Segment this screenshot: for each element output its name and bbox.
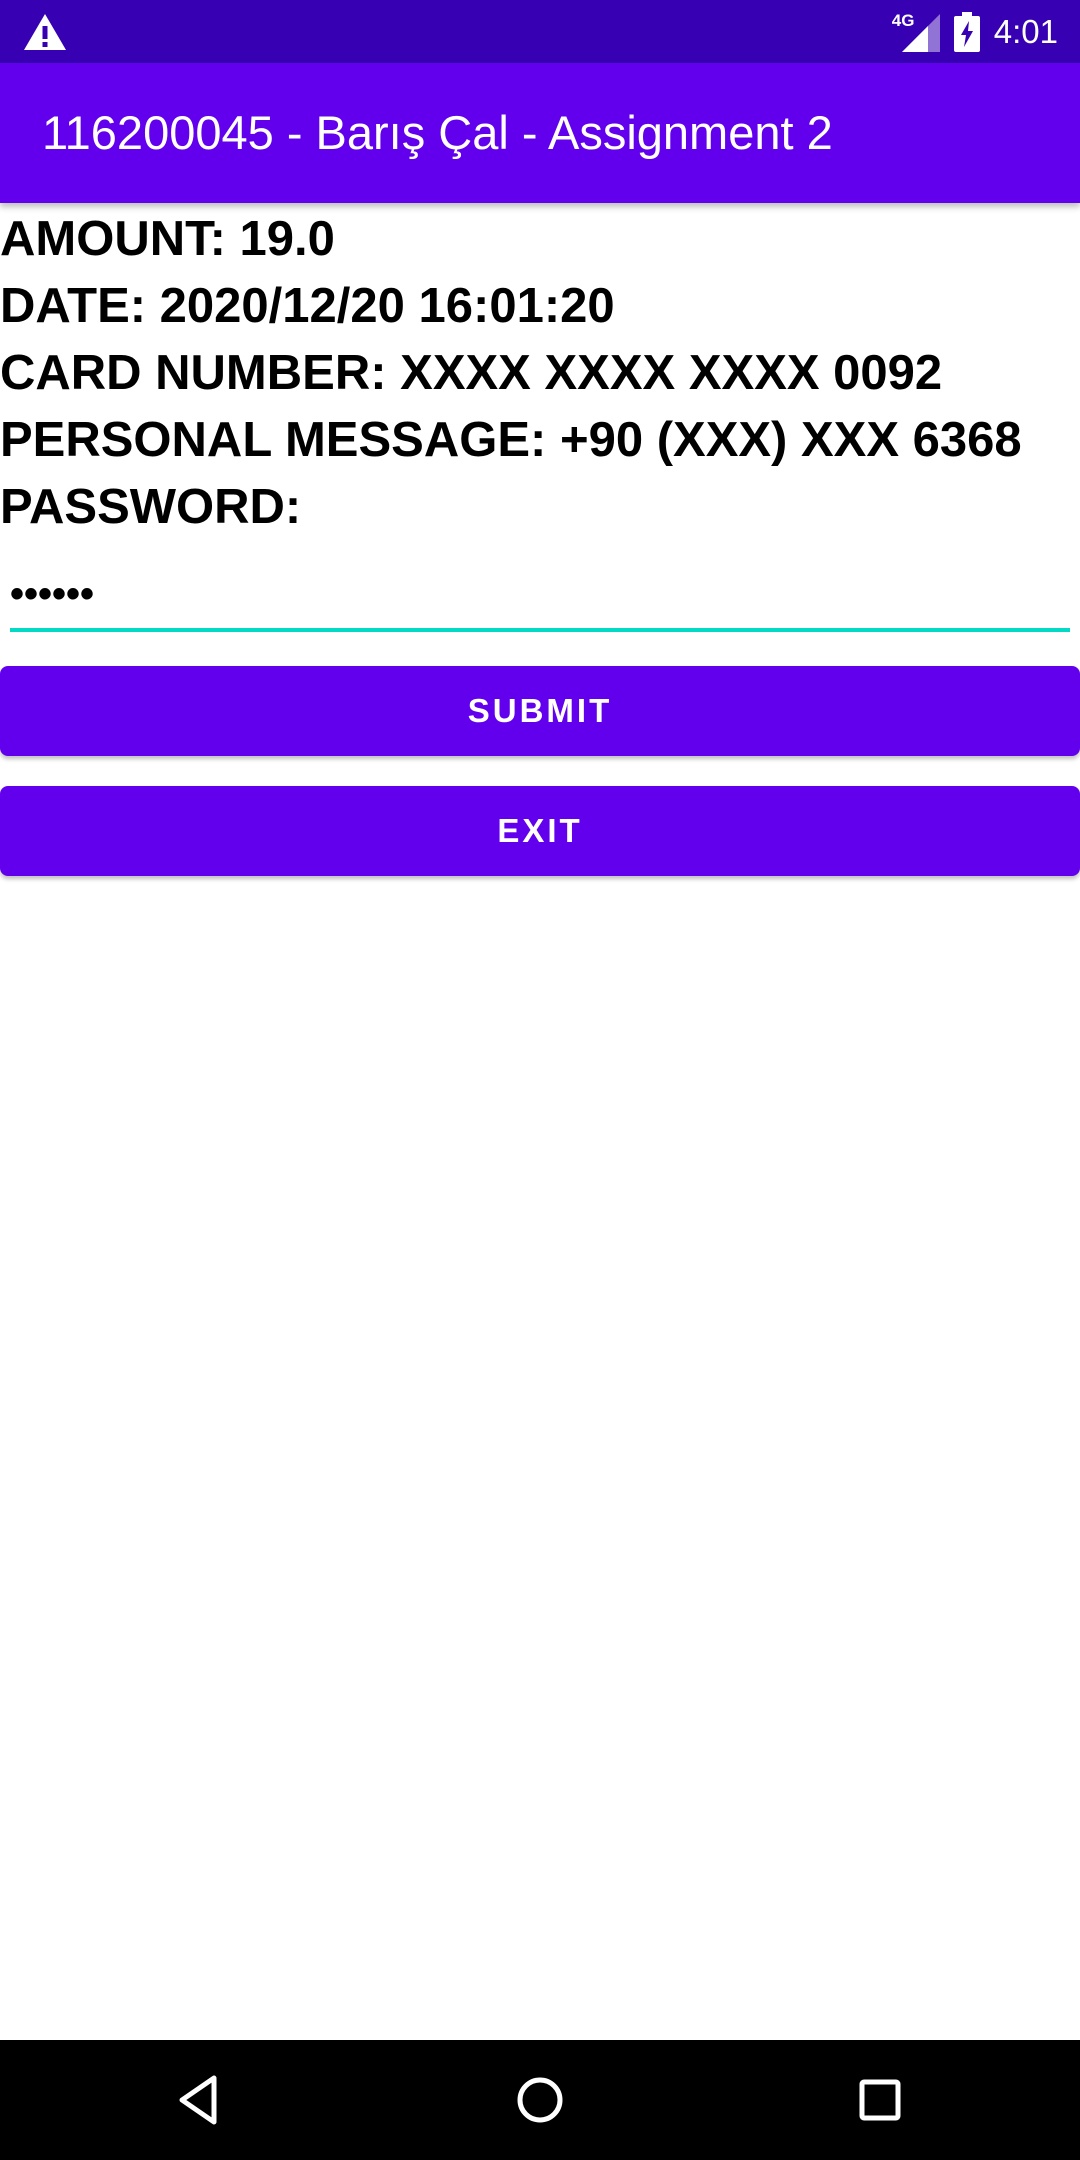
screen: 4G 4:01 116200045 - Barış Çal - Assignme… [0,0,1080,2160]
app-bar: 116200045 - Barış Çal - Assignment 2 [0,63,1080,203]
back-icon[interactable] [170,2070,230,2130]
status-bar: 4G 4:01 [0,0,1080,63]
date-text: DATE: 2020/12/20 16:01:20 [0,279,615,333]
exit-button[interactable]: EXIT [0,786,1080,876]
recents-icon[interactable] [850,2070,910,2130]
battery-charging-icon [953,11,980,52]
password-input[interactable] [10,560,1070,632]
navigation-bar [0,2040,1080,2160]
app-title: 116200045 - Barış Çal - Assignment 2 [42,106,833,159]
submit-button[interactable]: SUBMIT [0,666,1080,756]
home-icon[interactable] [510,2070,570,2130]
transaction-info: AMOUNT: 19.0 DATE: 2020/12/20 16:01:20 C… [0,206,1080,541]
status-icons: 4G 4:01 [892,0,1058,63]
password-label: PASSWORD: [0,480,302,534]
card-number-text: CARD NUMBER: XXXX XXXX XXXX 0092 [0,346,943,400]
warning-icon [24,14,66,50]
personal-message-text: PERSONAL MESSAGE: +90 (XXX) XXX 6368 [0,413,1022,467]
amount-text: AMOUNT: 19.0 [0,212,335,266]
clock: 4:01 [993,13,1058,50]
signal-icon [901,13,940,52]
network-indicator: 4G [892,12,940,52]
